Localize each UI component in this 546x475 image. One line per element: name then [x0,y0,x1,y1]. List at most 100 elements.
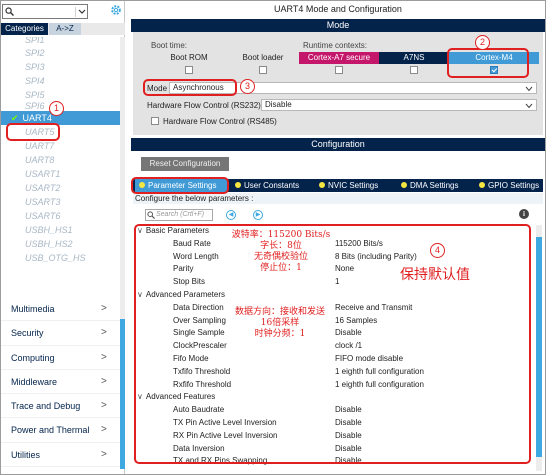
param-row[interactable]: Fifo Mode FIFO mode disable [133,353,533,366]
category-power-and-thermal[interactable]: Power and Thermal > [1,418,120,443]
param-value[interactable]: Disable [335,455,362,468]
param-value[interactable]: 16 Samples [335,315,377,328]
peripheral-tree-panel: Categories A->Z SPI1 SPI2 SPI3 SPI4 SPI5… [1,1,125,474]
annotation-note-basic: 波特率：115200 Bits/s 字长：8位 无奇偶校验位 停止位：1 [226,230,336,274]
chevron-right-icon: > [101,424,107,436]
param-value[interactable]: FIFO mode disable [335,353,403,366]
category-middleware[interactable]: Middleware > [1,370,120,395]
param-value[interactable]: clock /1 [335,340,362,353]
peripheral-item-uart8[interactable]: UART8 [1,153,120,167]
param-value[interactable]: Disable [335,417,362,430]
tab-nvic-settings[interactable]: NVIC Settings [315,179,393,192]
parameter-toolbar: Search (Crtl+F) ◀ ▶ i [133,207,543,223]
param-value[interactable]: Receive and Transmit [335,302,412,315]
tab-label: DMA Settings [410,181,459,190]
peripheral-search-input[interactable] [16,6,71,17]
checkbox-a7ns[interactable] [410,66,418,74]
gear-icon[interactable] [110,4,122,16]
search-icon [147,211,155,219]
tab-user-constants[interactable]: User Constants [231,179,311,192]
tab-a-to-z[interactable]: A->Z [49,23,81,35]
param-row[interactable]: ClockPrescaler clock /1 [133,340,533,353]
param-row[interactable]: TX and RX Pins Swapping Disable [133,455,533,468]
param-row[interactable]: RX Pin Active Level Inversion Disable [133,430,533,443]
parameter-search-input[interactable]: Search (Crtl+F) [145,209,213,221]
mode-select[interactable]: Asynchronous [169,82,537,94]
param-value[interactable]: Disable [335,404,362,417]
peripheral-search-box[interactable] [2,4,88,19]
chevron-down-icon[interactable] [75,7,87,17]
peripheral-item-spi5[interactable]: SPI5 [1,88,120,102]
status-dot-icon [479,182,485,188]
tab-categories[interactable]: Categories [1,23,48,35]
category-security[interactable]: Security > [1,321,120,346]
tab-gpio-settings[interactable]: GPIO Settings [475,179,543,192]
peripheral-item-uart7[interactable]: UART7 [1,139,120,153]
category-trace-and-debug[interactable]: Trace and Debug > [1,394,120,419]
peripheral-item-spi2[interactable]: SPI2 [1,46,120,60]
chevron-down-icon[interactable]: ∨ [137,226,143,235]
col-boot-rom: Boot ROM [170,53,208,62]
parameter-scrollbar-thumb[interactable] [536,237,542,457]
param-value[interactable]: 1 eighth full configuration [335,379,424,392]
peripheral-item-usart3[interactable]: USART3 [1,195,120,209]
checkbox-hw-flow-rs485[interactable] [151,117,159,125]
peripheral-item-usart6[interactable]: USART6 [1,209,120,223]
info-icon[interactable]: i [519,209,529,219]
previous-match-icon[interactable]: ◀ [226,210,236,220]
peripheral-item-usart1[interactable]: USART1 [1,167,120,181]
chevron-down-icon [525,86,533,92]
param-name: TX Pin Active Level Inversion [173,417,277,427]
checkbox-boot-loader[interactable] [259,66,267,74]
param-value[interactable]: None [335,263,354,276]
param-value[interactable]: 1 eighth full configuration [335,366,424,379]
param-row[interactable]: Data Inversion Disable [133,443,533,456]
param-row[interactable]: TX Pin Active Level Inversion Disable [133,417,533,430]
boot-time-label: Boot time: [151,41,188,50]
group-advanced-features[interactable]: ∨ Advanced Features [133,391,533,404]
param-row[interactable]: Stop Bits 1 [133,276,533,289]
checkbox-boot-rom[interactable] [185,66,193,74]
annotation-marker-3: 3 [240,79,255,94]
peripheral-item-uart5[interactable]: UART5 [1,125,120,139]
checkbox-cortex-m4[interactable] [490,66,498,74]
param-row[interactable]: Data Direction Receive and Transmit [133,302,533,315]
param-row[interactable]: Over Sampling 16 Samples [133,315,533,328]
peripheral-item-usart2[interactable]: USART2 [1,181,120,195]
status-dot-icon [235,182,241,188]
peripheral-item-usbh-hs2[interactable]: USBH_HS2 [1,237,120,251]
tab-parameter-settings[interactable]: Parameter Settings [135,179,227,192]
group-advanced-parameters[interactable]: ∨ Advanced Parameters [133,289,533,302]
reset-configuration-button[interactable]: Reset Configuration [141,157,229,171]
peripheral-item-spi3[interactable]: SPI3 [1,60,120,74]
checkbox-cortex-a7-secure[interactable] [335,66,343,74]
param-value[interactable]: Disable [335,327,362,340]
left-scrollbar[interactable] [120,37,125,469]
hw-flow-rs232-select[interactable]: Disable [261,99,537,111]
category-utilities[interactable]: Utilities > [1,443,120,468]
param-row[interactable]: Single Sample Disable [133,327,533,340]
category-multimedia[interactable]: Multimedia > [1,297,120,322]
annotation-note-line: 波特率：115200 Bits/s [231,230,331,240]
param-value[interactable]: 1 [335,276,339,289]
param-row[interactable]: Txfifo Threshold 1 eighth full configurat… [133,366,533,379]
tab-dma-settings[interactable]: DMA Settings [397,179,473,192]
param-value[interactable]: 115200 Bits/s [335,238,383,251]
category-label: Security [11,328,44,339]
next-match-icon[interactable]: ▶ [253,210,263,220]
peripheral-item-spi1[interactable]: SPI1 [1,37,120,46]
parameter-scrollbar[interactable] [536,225,542,471]
param-value[interactable]: Disable [335,443,362,456]
category-computing[interactable]: Computing > [1,346,120,370]
param-value[interactable]: 8 Bits (including Parity) [335,251,417,264]
left-scrollbar-thumb[interactable] [120,319,125,469]
param-value[interactable]: Disable [335,430,362,443]
param-name: RX Pin Active Level Inversion [173,430,278,440]
chevron-down-icon[interactable]: ∨ [137,290,143,299]
peripheral-item-usb-otg-hs[interactable]: USB_OTG_HS [1,251,120,265]
chevron-down-icon[interactable]: ∨ [137,392,143,401]
peripheral-item-spi4[interactable]: SPI4 [1,74,120,88]
param-row[interactable]: Rxfifo Threshold 1 eighth full configurat… [133,379,533,392]
peripheral-item-usbh-hs1[interactable]: USBH_HS1 [1,223,120,237]
param-row[interactable]: Auto Baudrate Disable [133,404,533,417]
